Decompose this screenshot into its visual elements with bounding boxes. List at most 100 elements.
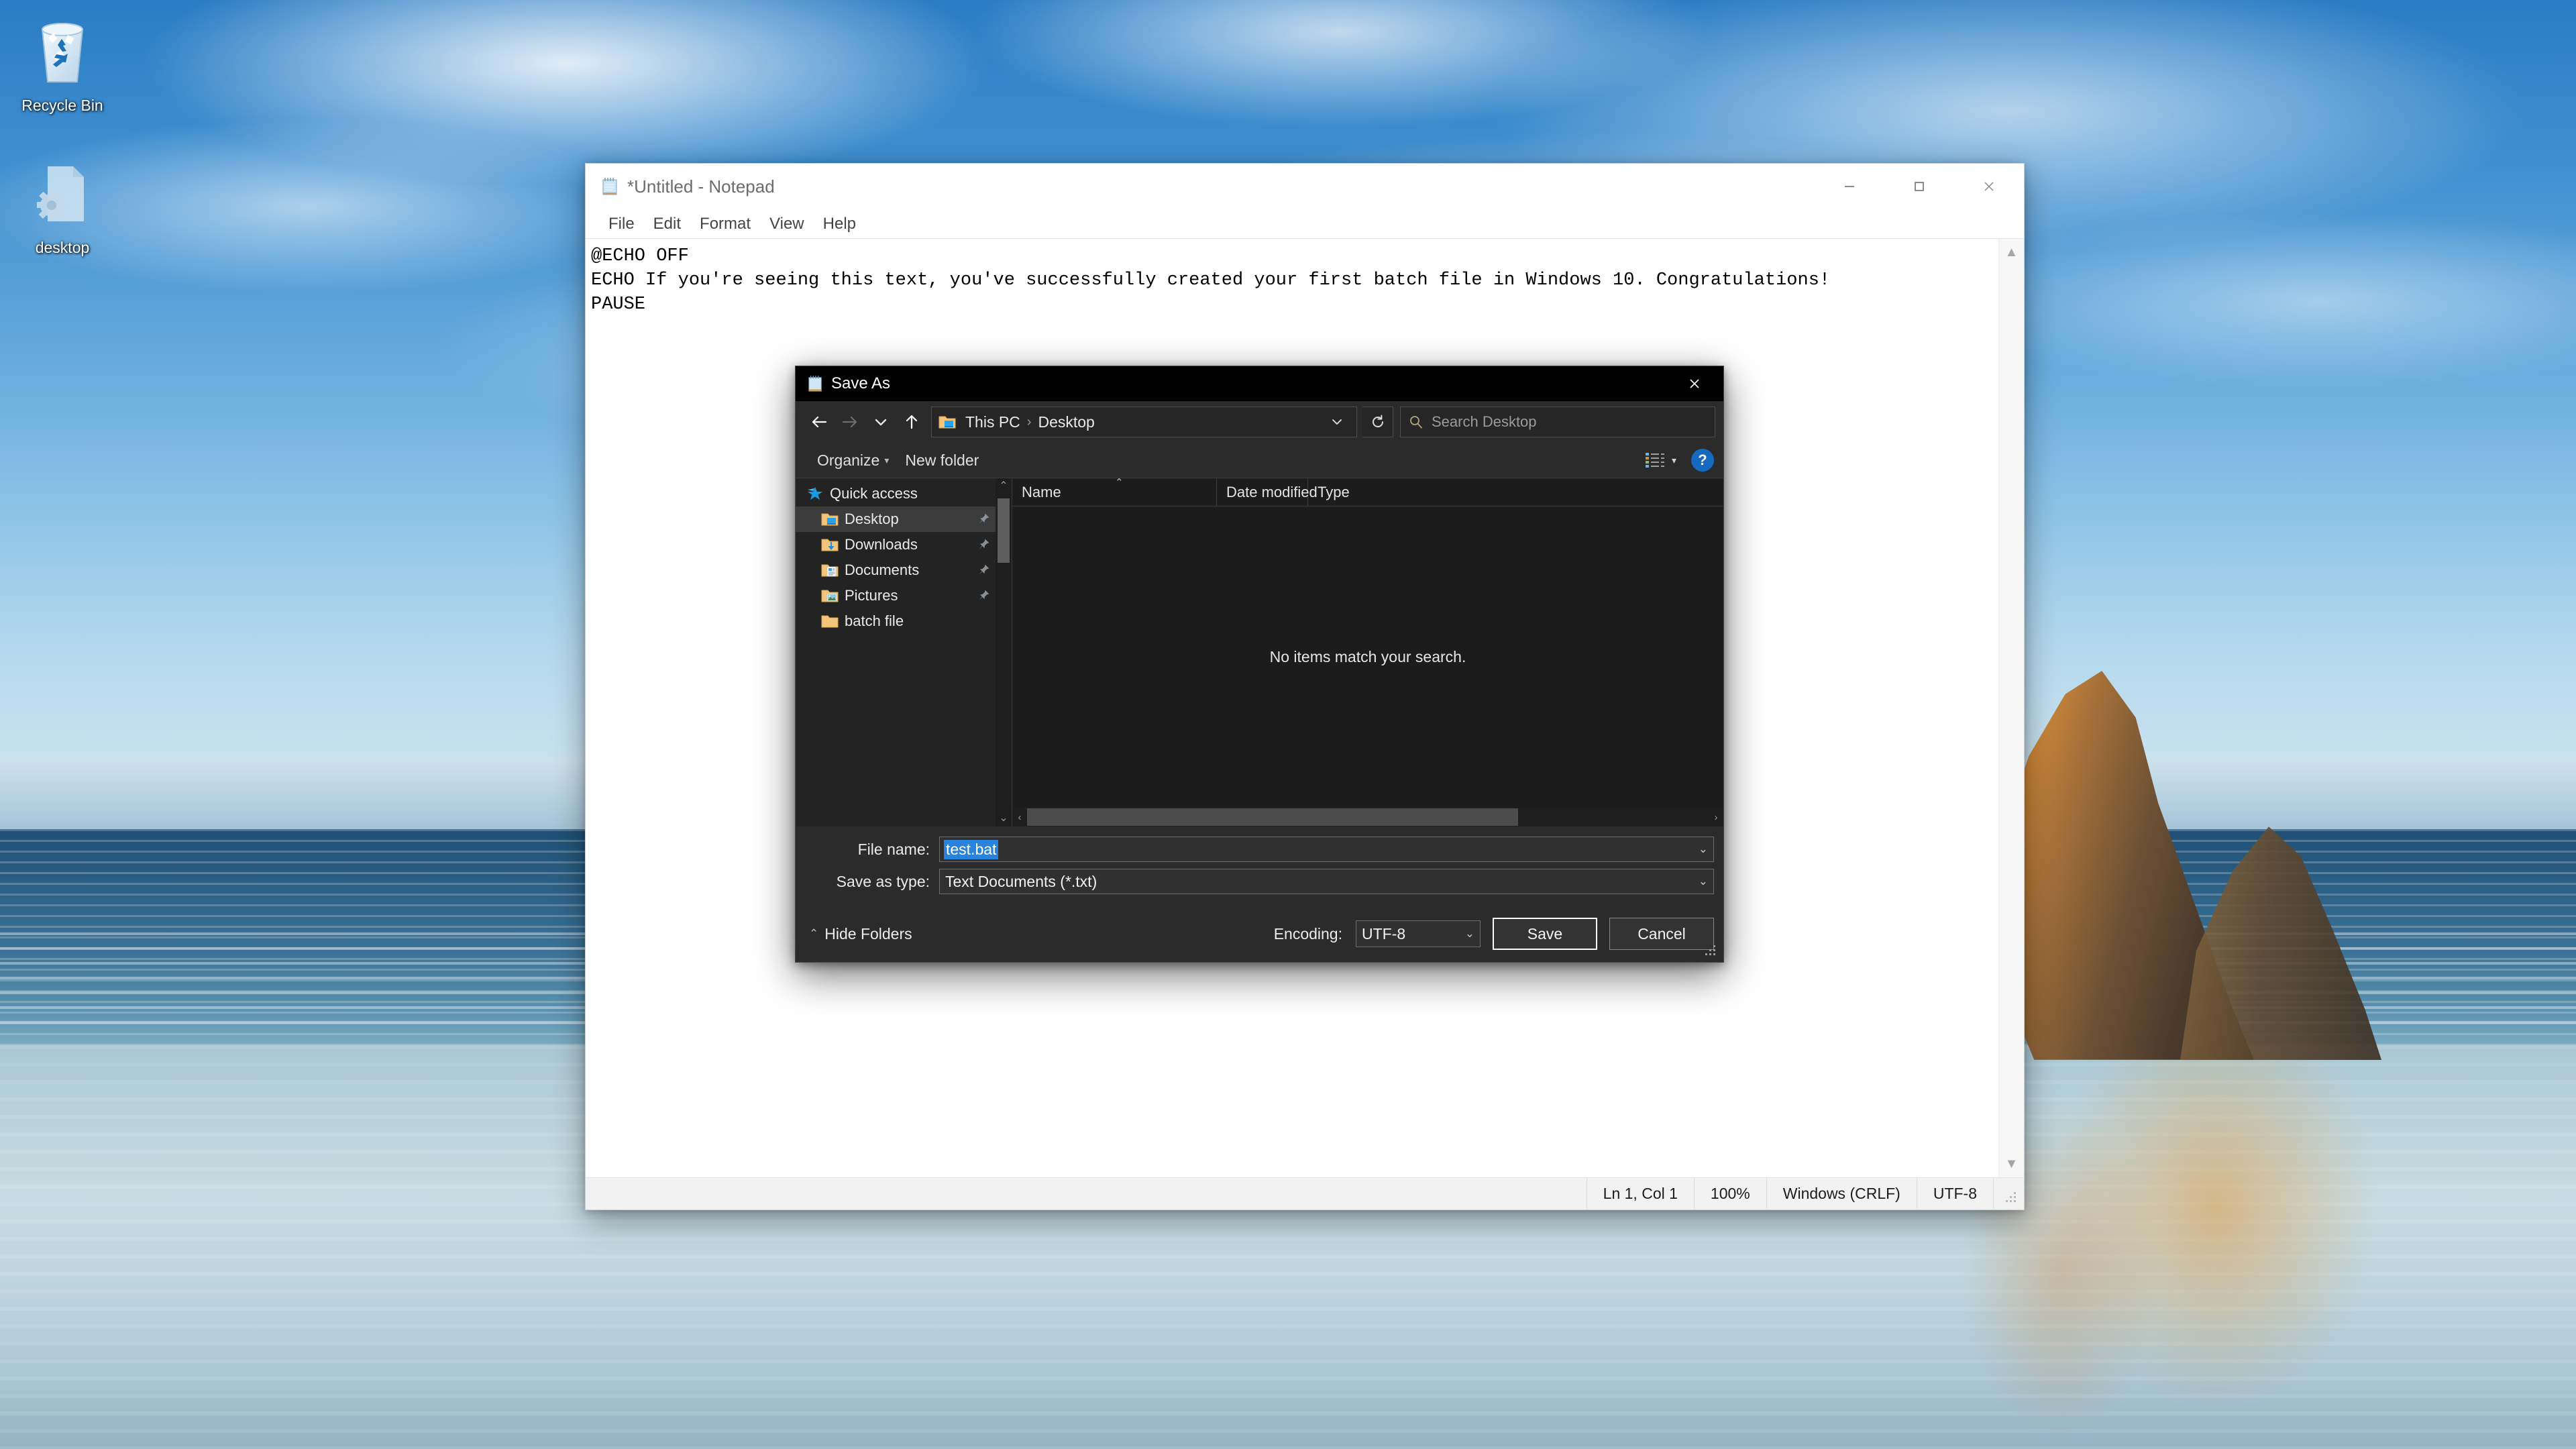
organize-label: Organize [817,451,880,469]
sidebar-item-batch-file[interactable]: batch file [796,608,996,634]
notepad-titlebar[interactable]: *Untitled - Notepad [586,164,2024,209]
star-icon [806,486,824,501]
file-list[interactable]: No items match your search. [1012,506,1723,808]
navigation-pane[interactable]: Quick access Desktop Downloads Documents… [796,478,1012,826]
chevron-down-icon[interactable]: ⌄ [1699,843,1708,856]
chevron-down-icon [875,419,887,426]
resize-grip-icon[interactable] [1703,943,1718,958]
pin-icon[interactable] [977,513,990,526]
scrollbar-thumb[interactable] [1027,808,1518,826]
menu-file[interactable]: File [599,213,644,235]
pin-icon[interactable] [977,564,990,577]
breadcrumb-separator-icon: › [1026,414,1032,429]
save-button[interactable]: Save [1493,918,1597,950]
up-one-level-button[interactable] [896,407,927,437]
folder-icon [821,614,839,629]
forward-button[interactable] [835,407,865,437]
notepad-icon [602,177,619,196]
encoding-select[interactable]: UTF-8 ⌄ [1356,920,1481,947]
breadcrumb-dropdown-icon[interactable] [1324,415,1350,429]
dialog-navigation-bar[interactable]: This PC › Desktop [796,401,1723,443]
search-box[interactable] [1400,407,1715,437]
breadcrumb-desktop[interactable]: Desktop [1032,411,1099,433]
search-input[interactable] [1432,413,1707,431]
desktop[interactable]: Recycle Bin desktop *Untitled - Notepad … [0,0,2576,1449]
scroll-right-icon[interactable]: › [1709,808,1723,826]
sidebar-item-quick-access[interactable]: Quick access [796,481,996,506]
navigation-pane-list[interactable]: Quick access Desktop Downloads Documents… [796,478,996,826]
file-list-pane[interactable]: ⌃ Name Date modified Type No items match… [1012,477,1723,826]
save-as-dialog[interactable]: Save As This PC › Desktop Search Desktop… [795,366,1724,963]
scroll-down-icon[interactable]: ▼ [2005,1157,2019,1171]
navigation-pane-scrollbar[interactable]: ⌃ ⌄ [996,478,1012,826]
sidebar-item-desktop[interactable]: Desktop [796,506,996,532]
filename-value[interactable]: test.bat [944,839,999,859]
dialog-close-button[interactable] [1666,366,1723,401]
refresh-icon [1372,415,1383,427]
chevron-down-icon: ▾ [884,454,890,466]
minimize-button[interactable] [1815,164,1884,209]
resize-grip-icon[interactable] [1993,1177,2024,1210]
dialog-command-bar[interactable]: Organize ▾ New folder ▾ ? [796,443,1723,478]
cancel-button[interactable]: Cancel [1609,918,1714,950]
menu-format[interactable]: Format [690,213,760,235]
pin-icon[interactable] [977,538,990,551]
back-button[interactable] [804,407,835,437]
menu-view[interactable]: View [760,213,814,235]
organize-button[interactable]: Organize ▾ [809,447,897,474]
scroll-up-icon[interactable]: ⌃ [999,481,1008,492]
chevron-down-icon[interactable]: ⌄ [1699,875,1708,888]
chevron-down-icon[interactable]: ⌄ [1465,927,1474,941]
sidebar-item-documents[interactable]: Documents [796,557,996,583]
sidebar-item-pictures[interactable]: Pictures [796,583,996,608]
close-icon [1984,182,1994,191]
command-bar-right: ▾ ? [1645,449,1714,472]
recent-locations-button[interactable] [865,407,896,437]
sidebar-item-label: batch file [845,612,904,629]
status-zoom: 100% [1693,1177,1766,1210]
scroll-up-icon[interactable]: ▲ [2005,246,2019,259]
column-header-date-modified[interactable]: Date modified [1217,478,1318,506]
breadcrumb-this-pc[interactable]: This PC [960,411,1026,433]
notepad-window-controls [1815,164,2024,209]
scroll-down-icon[interactable]: ⌄ [999,813,1008,824]
help-button[interactable]: ? [1691,449,1714,472]
pictures-folder-icon [821,588,839,603]
close-button[interactable] [1954,164,2024,209]
sort-ascending-icon: ⌃ [1115,477,1124,488]
file-list-column-headers[interactable]: ⌃ Name Date modified Type [1012,477,1723,506]
file-list-horizontal-scrollbar[interactable]: ‹ › [1012,808,1723,826]
filetype-select[interactable]: Text Documents (*.txt) ⌄ [939,869,1714,894]
menu-help[interactable]: Help [814,213,865,235]
dialog-title: Save As [831,374,891,392]
desktop-icon-label: Recycle Bin [21,97,103,114]
notepad-title: *Untitled - Notepad [627,176,775,197]
scrollbar-track[interactable] [1027,808,1709,826]
scrollbar-thumb[interactable] [998,498,1010,563]
desktop-icon-recycle-bin[interactable]: Recycle Bin [5,12,119,115]
dialog-titlebar[interactable]: Save As [796,366,1723,401]
breadcrumb[interactable]: This PC › Desktop [931,407,1357,437]
hide-folders-label: Hide Folders [824,924,912,943]
filetype-value: Text Documents (*.txt) [945,872,1097,890]
details-view-icon[interactable] [1645,451,1665,469]
maximize-button[interactable] [1884,164,1954,209]
hide-folders-button[interactable]: ⌃ Hide Folders [809,925,912,943]
new-folder-button[interactable]: New folder [897,447,987,474]
status-encoding: UTF-8 [1916,1177,1993,1210]
sidebar-item-label: Pictures [845,587,898,604]
pin-icon[interactable] [977,589,990,602]
notepad-menubar[interactable]: File Edit Format View Help [586,209,2024,239]
recycle-bin-icon [5,12,119,93]
dialog-actions: Encoding: UTF-8 ⌄ Save Cancel [1274,918,1714,950]
refresh-button[interactable] [1362,407,1393,437]
status-line-ending: Windows (CRLF) [1766,1177,1917,1210]
notepad-vertical-scrollbar[interactable]: ▲ ▼ [1998,239,2024,1177]
desktop-icon-desktop-config[interactable]: desktop [5,154,119,257]
filename-input[interactable]: test.bat ⌄ [939,837,1714,862]
column-header-type[interactable]: Type [1308,478,1389,506]
sidebar-item-downloads[interactable]: Downloads [796,532,996,557]
view-options-chevron-icon[interactable]: ▾ [1672,455,1680,466]
scroll-left-icon[interactable]: ‹ [1012,808,1027,826]
menu-edit[interactable]: Edit [644,213,690,235]
